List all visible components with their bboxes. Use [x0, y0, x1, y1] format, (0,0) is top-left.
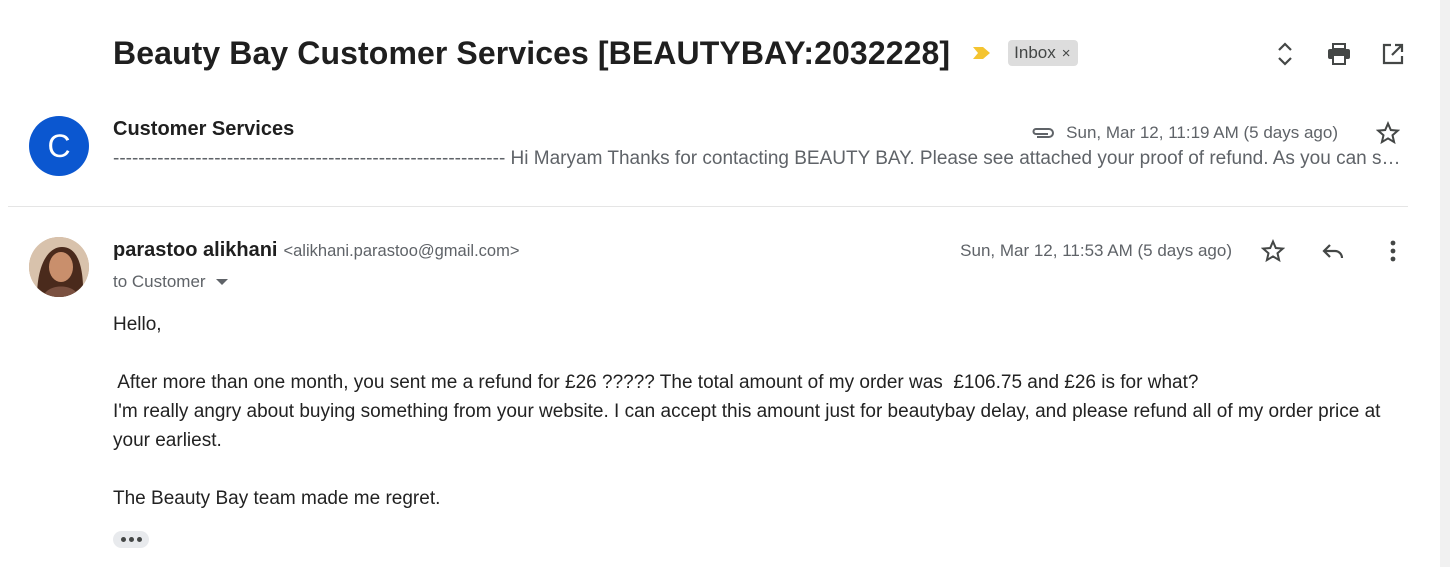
- message-date: Sun, Mar 12, 11:53 AM (5 days ago): [960, 241, 1232, 260]
- ellipsis-dot: [136, 537, 142, 542]
- sender-name[interactable]: Customer Services: [113, 118, 294, 141]
- message-snippet[interactable]: ----------------------------------------…: [113, 148, 1409, 170]
- attachment-icon: [1032, 128, 1055, 138]
- open-new-window-icon: [1382, 43, 1404, 65]
- ellipsis-dot: [128, 537, 134, 542]
- message-meta: Sun, Mar 12, 11:19 AM (5 days ago): [1030, 116, 1405, 150]
- expand-all-button[interactable]: [1268, 37, 1302, 71]
- thread-actions: [1268, 37, 1410, 71]
- label-text: Inbox: [1014, 43, 1056, 62]
- show-trimmed-content-button[interactable]: [113, 531, 149, 548]
- message-date: Sun, Mar 12, 11:19 AM (5 days ago): [1066, 123, 1338, 142]
- sender-line: parastoo alikhani <alikhani.parastoo@gma…: [113, 239, 519, 262]
- scrollbar[interactable]: [1440, 0, 1450, 567]
- star-icon: [1376, 121, 1400, 145]
- avatar-photo-image: [29, 237, 89, 297]
- sender-email[interactable]: <alikhani.parastoo@gmail.com>: [284, 242, 520, 261]
- sender-avatar[interactable]: C: [29, 116, 89, 176]
- thread-subject: Beauty Bay Customer Services [BEAUTYBAY:…: [113, 34, 951, 71]
- inbox-label-chip: Inbox ×: [1008, 40, 1078, 66]
- recipients-text: to Customer: [113, 272, 206, 291]
- body-paragraph: The Beauty Bay team made me regret.: [113, 488, 441, 509]
- recipients-toggle[interactable]: to Customer: [113, 272, 228, 292]
- print-icon: [1328, 43, 1350, 65]
- more-options-button[interactable]: [1376, 234, 1410, 268]
- email-thread-view: Beauty Bay Customer Services [BEAUTYBAY:…: [0, 0, 1450, 567]
- importance-marker-icon[interactable]: [972, 45, 992, 61]
- open-in-new-window-button[interactable]: [1376, 37, 1410, 71]
- more-vert-icon: [1390, 240, 1396, 262]
- sender-name[interactable]: parastoo alikhani: [113, 239, 278, 262]
- message-body: Hello, After more than one month, you se…: [113, 310, 1413, 513]
- subject-row: Beauty Bay Customer Services [BEAUTYBAY:…: [113, 28, 1450, 78]
- expand-collapse-icon: [1278, 42, 1292, 66]
- sender-avatar-photo[interactable]: [29, 237, 89, 297]
- body-paragraph: I'm really angry about buying something …: [113, 401, 1381, 451]
- chevron-down-icon: [215, 279, 228, 285]
- message-meta: Sun, Mar 12, 11:53 AM (5 days ago): [960, 234, 1410, 268]
- star-icon: [1261, 239, 1285, 263]
- print-all-button[interactable]: [1322, 37, 1356, 71]
- body-greeting: Hello,: [113, 314, 162, 335]
- ellipsis-dot: [120, 537, 126, 542]
- star-button[interactable]: [1371, 116, 1405, 150]
- message-divider: [8, 206, 1408, 207]
- reply-icon: [1322, 244, 1344, 259]
- remove-label-button[interactable]: ×: [1062, 45, 1071, 62]
- reply-button[interactable]: [1316, 234, 1350, 268]
- body-paragraph: After more than one month, you sent me a…: [113, 372, 1199, 393]
- star-button[interactable]: [1256, 234, 1290, 268]
